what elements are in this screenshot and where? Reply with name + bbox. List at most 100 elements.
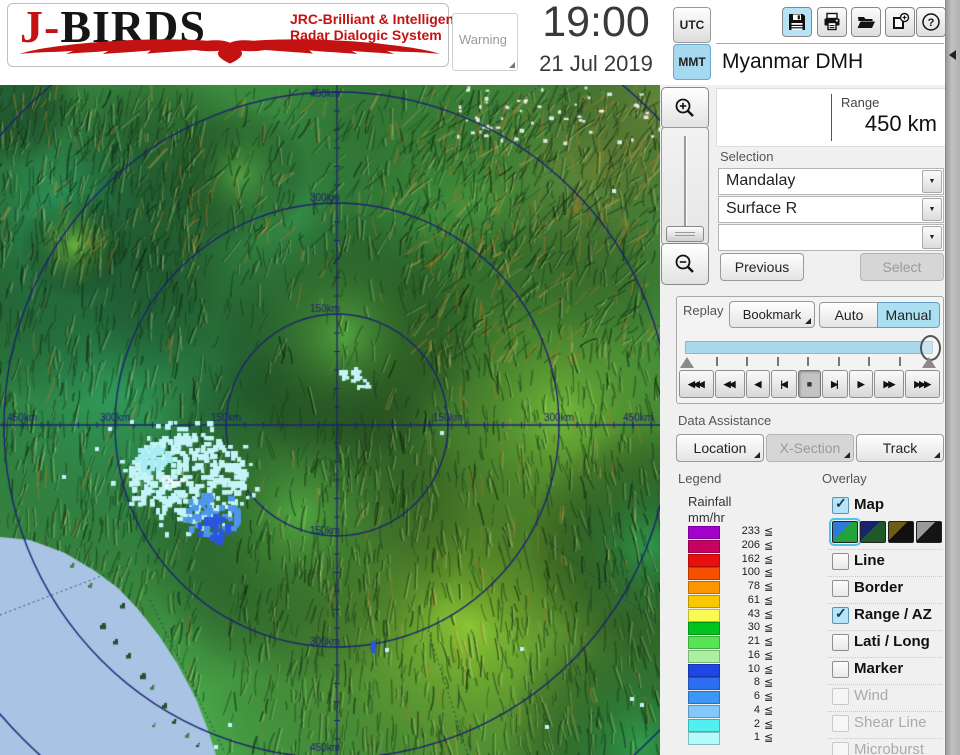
step-back-button[interactable]: |◀ (771, 370, 797, 398)
map-style-2[interactable] (860, 521, 886, 543)
legend-color-swatch (688, 553, 720, 567)
select-button[interactable]: Select (860, 253, 944, 281)
button-label: Track (882, 440, 918, 456)
help-button[interactable]: ? (916, 7, 946, 37)
chevron-down-icon[interactable]: ▼ (922, 170, 942, 193)
legend-value: 1 (753, 731, 760, 744)
map-checkbox[interactable] (832, 495, 849, 514)
stop-button[interactable]: ■ (797, 370, 822, 398)
wind-checkbox (832, 688, 849, 705)
legend-unit-line1: Rainfall (688, 494, 732, 509)
marker-checkbox[interactable] (832, 661, 849, 678)
dropdown-corner-icon (934, 452, 940, 458)
folder-icon (857, 17, 875, 28)
legend-value: 162 (741, 552, 760, 565)
station-title: Myanmar DMH (722, 50, 864, 73)
collapse-arrow-icon (949, 50, 956, 60)
legend-color-swatch (688, 622, 720, 636)
radar-map[interactable] (0, 85, 660, 755)
selection-dropdown-2[interactable]: Surface R ▼ (718, 196, 944, 223)
slider-tick (898, 357, 901, 366)
legend-color-swatch (688, 539, 720, 553)
bookmark-button[interactable]: Bookmark (729, 301, 815, 328)
seek-end-button[interactable]: ▶▶▶ (905, 370, 940, 398)
printer-icon (824, 12, 840, 31)
header-bar: J-BIRDS JRC-Brilliant & Intelligent Rada… (0, 0, 960, 86)
save-button[interactable] (782, 7, 812, 37)
legend-row: 21 ≦ (688, 635, 798, 649)
map-style-4[interactable] (916, 521, 942, 543)
lati-long-checkbox[interactable] (832, 634, 849, 651)
new-window-button[interactable] (885, 7, 915, 37)
overlay-row-microburst: Microburst (828, 738, 942, 755)
mmt-button[interactable]: MMT (673, 44, 711, 80)
legend-row: 78 ≦ (688, 580, 798, 594)
play-button[interactable]: ▶ (848, 370, 874, 398)
manual-mode-button[interactable]: Manual (877, 302, 940, 328)
track-button[interactable]: Track (856, 434, 944, 462)
header-separator (716, 43, 944, 44)
legend-value: 100 (741, 566, 760, 579)
step-forward-button[interactable]: ▶| (822, 370, 848, 398)
overlay-row-map: Map (828, 494, 942, 520)
app-logo: J-BIRDS JRC-Brilliant & Intelligent Rada… (7, 1, 459, 67)
fast-rewind-button[interactable]: ◀◀ (714, 370, 745, 398)
auto-mode-button[interactable]: Auto (819, 302, 879, 328)
location-button[interactable]: Location (676, 434, 764, 462)
overlay-row-border: Border (828, 576, 942, 603)
range-value: 450 km (864, 111, 937, 136)
legend-row: 16 ≦ (688, 649, 798, 663)
open-folder-button[interactable] (851, 7, 881, 37)
magnifier-minus-icon (675, 254, 694, 273)
legend-color-swatch (688, 732, 720, 746)
legend-value: 233 (741, 525, 760, 537)
selection-dropdown-1[interactable]: Mandalay ▼ (718, 168, 944, 195)
selection-dropdown-3[interactable]: ▼ (718, 224, 944, 251)
zoom-out-button[interactable] (661, 243, 709, 285)
map-style-3[interactable] (888, 521, 914, 543)
legend-value: 206 (741, 538, 760, 551)
legend-suffix: ≦ (764, 732, 774, 745)
legend-color-swatch (688, 526, 720, 539)
legend-suffix: ≦ (764, 663, 774, 676)
zoom-slider[interactable] (661, 127, 709, 245)
x-section-button[interactable]: X-Section (766, 434, 854, 462)
replay-label: Replay (683, 303, 724, 318)
fast-forward-button[interactable]: ▶▶ (874, 370, 905, 398)
seek-start-button[interactable]: ◀◀◀ (679, 370, 714, 398)
slider-tick (746, 357, 748, 366)
range-panel: Range 450 km (716, 88, 946, 147)
replay-slider-track[interactable] (685, 341, 933, 354)
overlay-row-lati-long: Lati / Long (828, 630, 942, 657)
warning-panel[interactable]: Warning (452, 13, 518, 71)
shear-line-checkbox (832, 715, 849, 732)
zoom-in-button[interactable] (661, 87, 709, 129)
overlay-label-text: Lati / Long (854, 633, 930, 650)
svg-text:?: ? (928, 17, 935, 29)
legend-color-swatch (688, 677, 720, 691)
panel-collapse-strip[interactable] (945, 0, 960, 755)
border-checkbox[interactable] (832, 580, 849, 597)
overlay-label-text: Wind (854, 687, 889, 704)
legend-suffix: ≦ (764, 677, 774, 690)
legend-row: 61 ≦ (688, 593, 798, 608)
play-reverse-button[interactable]: ◀ (745, 370, 771, 398)
chevron-down-icon[interactable]: ▼ (922, 198, 942, 221)
dropdown-value: Surface R (726, 200, 798, 217)
chevron-down-icon[interactable]: ▼ (922, 226, 942, 249)
legend-value: 8 (753, 676, 760, 689)
line-checkbox[interactable] (832, 553, 849, 570)
zoom-slider-track (684, 136, 687, 232)
previous-button[interactable]: Previous (720, 253, 804, 281)
legend-value: 61 (747, 593, 760, 606)
range-az-checkbox[interactable] (832, 605, 849, 624)
overlay-label-text: Map (854, 496, 884, 513)
question-icon: ? (922, 13, 940, 31)
legend-color-swatch (688, 636, 720, 649)
utc-button[interactable]: UTC (673, 7, 711, 43)
overlay-row-line: Line (828, 549, 942, 576)
print-button[interactable] (817, 7, 847, 37)
zoom-slider-handle[interactable] (666, 226, 704, 242)
legend-row: 4 ≦ (688, 704, 798, 718)
map-style-1[interactable] (829, 518, 861, 546)
